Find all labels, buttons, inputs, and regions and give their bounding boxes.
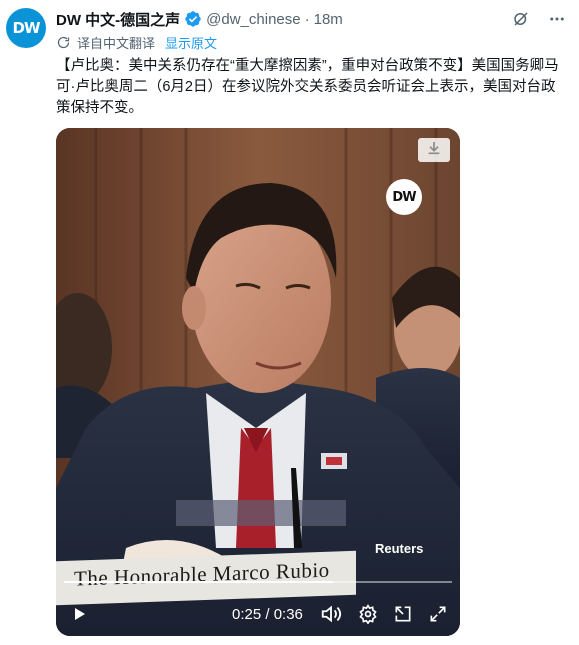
play-icon xyxy=(75,608,85,620)
play-button[interactable] xyxy=(68,603,90,625)
tweet[interactable]: DW DW 中文-德国之声 @dw_chinese · 18m 译自中文翻译 显… xyxy=(0,0,579,645)
progress-bar[interactable] xyxy=(64,581,452,583)
avatar-logo-text: DW xyxy=(12,19,41,37)
author-handle[interactable]: @dw_chinese xyxy=(206,11,300,28)
download-button[interactable] xyxy=(418,138,450,162)
nameplate-text: The Honorable Marco Rubio xyxy=(74,557,330,591)
dw-watermark-text: DW xyxy=(392,189,416,205)
gear-icon xyxy=(359,604,377,624)
volume-icon xyxy=(321,605,342,623)
fullscreen-button[interactable] xyxy=(427,603,449,625)
post-time[interactable]: 18m xyxy=(314,11,343,28)
verified-badge-icon xyxy=(184,10,202,28)
video-credit: Reuters xyxy=(375,541,424,556)
dw-watermark: DW xyxy=(386,179,422,215)
video-player[interactable]: DW The Honorable Marco Rubio Reuters 0:2… xyxy=(56,128,460,636)
fullscreen-icon xyxy=(430,606,446,622)
post-text: 【卢比奥：美中关系仍存在“重大摩擦因素”，重申对台政策不变】美国国务卿马可·卢比… xyxy=(56,58,559,116)
download-icon xyxy=(426,140,442,161)
picture-in-picture-icon xyxy=(395,606,411,622)
volume-button[interactable] xyxy=(320,603,342,625)
pip-button[interactable] xyxy=(392,603,414,625)
grok-icon[interactable] xyxy=(511,9,531,29)
settings-button[interactable] xyxy=(357,603,379,625)
translation-row: 译自中文翻译 显示原文 xyxy=(56,33,217,51)
progress-fill xyxy=(64,581,334,583)
translated-label: 译自中文翻译 xyxy=(77,35,156,51)
video-controls: 0:25 / 0:36 xyxy=(56,598,460,630)
author-name[interactable]: DW 中文-德国之声 xyxy=(56,9,180,30)
timecode: 0:25 / 0:36 xyxy=(232,605,303,623)
separator-dot: · xyxy=(304,10,310,28)
tweet-header: DW 中文-德国之声 @dw_chinese · 18m xyxy=(56,8,567,30)
more-icon[interactable] xyxy=(547,9,567,29)
dw-logo: DW xyxy=(9,11,43,45)
show-original-link[interactable]: 显示原文 xyxy=(165,33,217,52)
avatar[interactable]: DW xyxy=(6,8,46,48)
translate-icon xyxy=(56,35,71,50)
header-actions xyxy=(511,9,567,29)
